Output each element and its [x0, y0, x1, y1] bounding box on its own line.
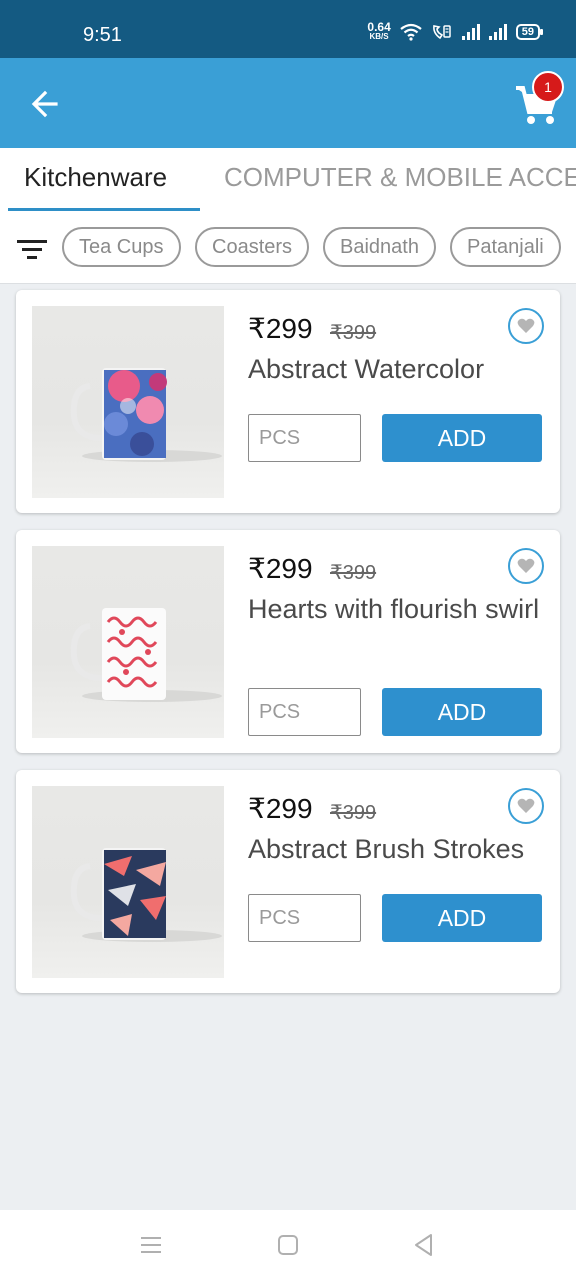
app-bar [0, 58, 576, 148]
wishlist-button[interactable] [508, 788, 544, 824]
product-title: Abstract Brush Strokes [248, 834, 525, 864]
status-time: 9:51 [83, 24, 122, 46]
wifi-icon [400, 23, 422, 41]
back-triangle-icon[interactable] [411, 1232, 437, 1258]
chip-patanjali[interactable]: Patanjali [450, 227, 561, 267]
signal-1-icon [461, 24, 480, 40]
network-speed: 0.64 KB/S [367, 20, 391, 42]
volte-call-icon [432, 25, 451, 40]
filter-bar: Tea Cups Coasters Baidnath Patanjali [0, 214, 576, 284]
cart-count-badge: 1 [532, 71, 564, 103]
system-nav-bar [0, 1210, 576, 1280]
product-card: ₹299 ₹399 Abstract Brush Strokes ADD [16, 770, 560, 993]
wishlist-button[interactable] [508, 308, 544, 344]
signal-2-icon [488, 24, 507, 40]
add-button[interactable]: ADD [382, 894, 542, 942]
filter-icon[interactable] [16, 236, 48, 264]
product-title: Abstract Watercolor [248, 354, 485, 384]
product-price: ₹299 [248, 313, 313, 344]
add-button[interactable]: ADD [382, 414, 542, 462]
product-image[interactable] [32, 546, 224, 738]
product-mrp: ₹399 [330, 562, 377, 584]
status-bar: 9:51 0.64 KB/S 59 [0, 0, 576, 58]
product-mrp: ₹399 [330, 802, 377, 824]
product-card: ₹299 ₹399 Abstract Watercolor ADD [16, 290, 560, 513]
wishlist-button[interactable] [508, 548, 544, 584]
tab-computer-mobile-accessories[interactable]: COMPUTER & MOBILE ACCE [224, 162, 576, 193]
product-card: ₹299 ₹399 Hearts with flourish swirl ADD [16, 530, 560, 753]
category-tabs: Kitchenware COMPUTER & MOBILE ACCE [0, 148, 576, 214]
chip-baidnath[interactable]: Baidnath [323, 227, 436, 267]
arrow-left-icon[interactable] [26, 84, 66, 124]
heart-icon [517, 318, 535, 333]
network-speed-value: 0.64 [367, 20, 391, 34]
product-mrp: ₹399 [330, 322, 377, 344]
battery-indicator: 59 [515, 24, 544, 40]
product-image[interactable] [32, 306, 224, 498]
active-tab-indicator [8, 208, 200, 211]
chip-coasters[interactable]: Coasters [195, 227, 310, 267]
product-price: ₹299 [248, 553, 313, 584]
menu-icon[interactable] [138, 1232, 164, 1258]
product-title: Hearts with flourish swirl [248, 594, 540, 624]
heart-icon [517, 558, 535, 573]
home-square-icon[interactable] [275, 1232, 301, 1258]
chip-tea-cups[interactable]: Tea Cups [62, 227, 181, 267]
tab-kitchenware[interactable]: Kitchenware [24, 162, 167, 193]
product-image[interactable] [32, 786, 224, 978]
quantity-input[interactable] [248, 894, 361, 942]
quantity-input[interactable] [248, 688, 361, 736]
network-speed-unit: KB/S [369, 32, 389, 41]
add-button[interactable]: ADD [382, 688, 542, 736]
heart-icon [517, 798, 535, 813]
quantity-input[interactable] [248, 414, 361, 462]
status-icons: 0.64 KB/S 59 [367, 20, 544, 42]
product-price: ₹299 [248, 793, 313, 824]
